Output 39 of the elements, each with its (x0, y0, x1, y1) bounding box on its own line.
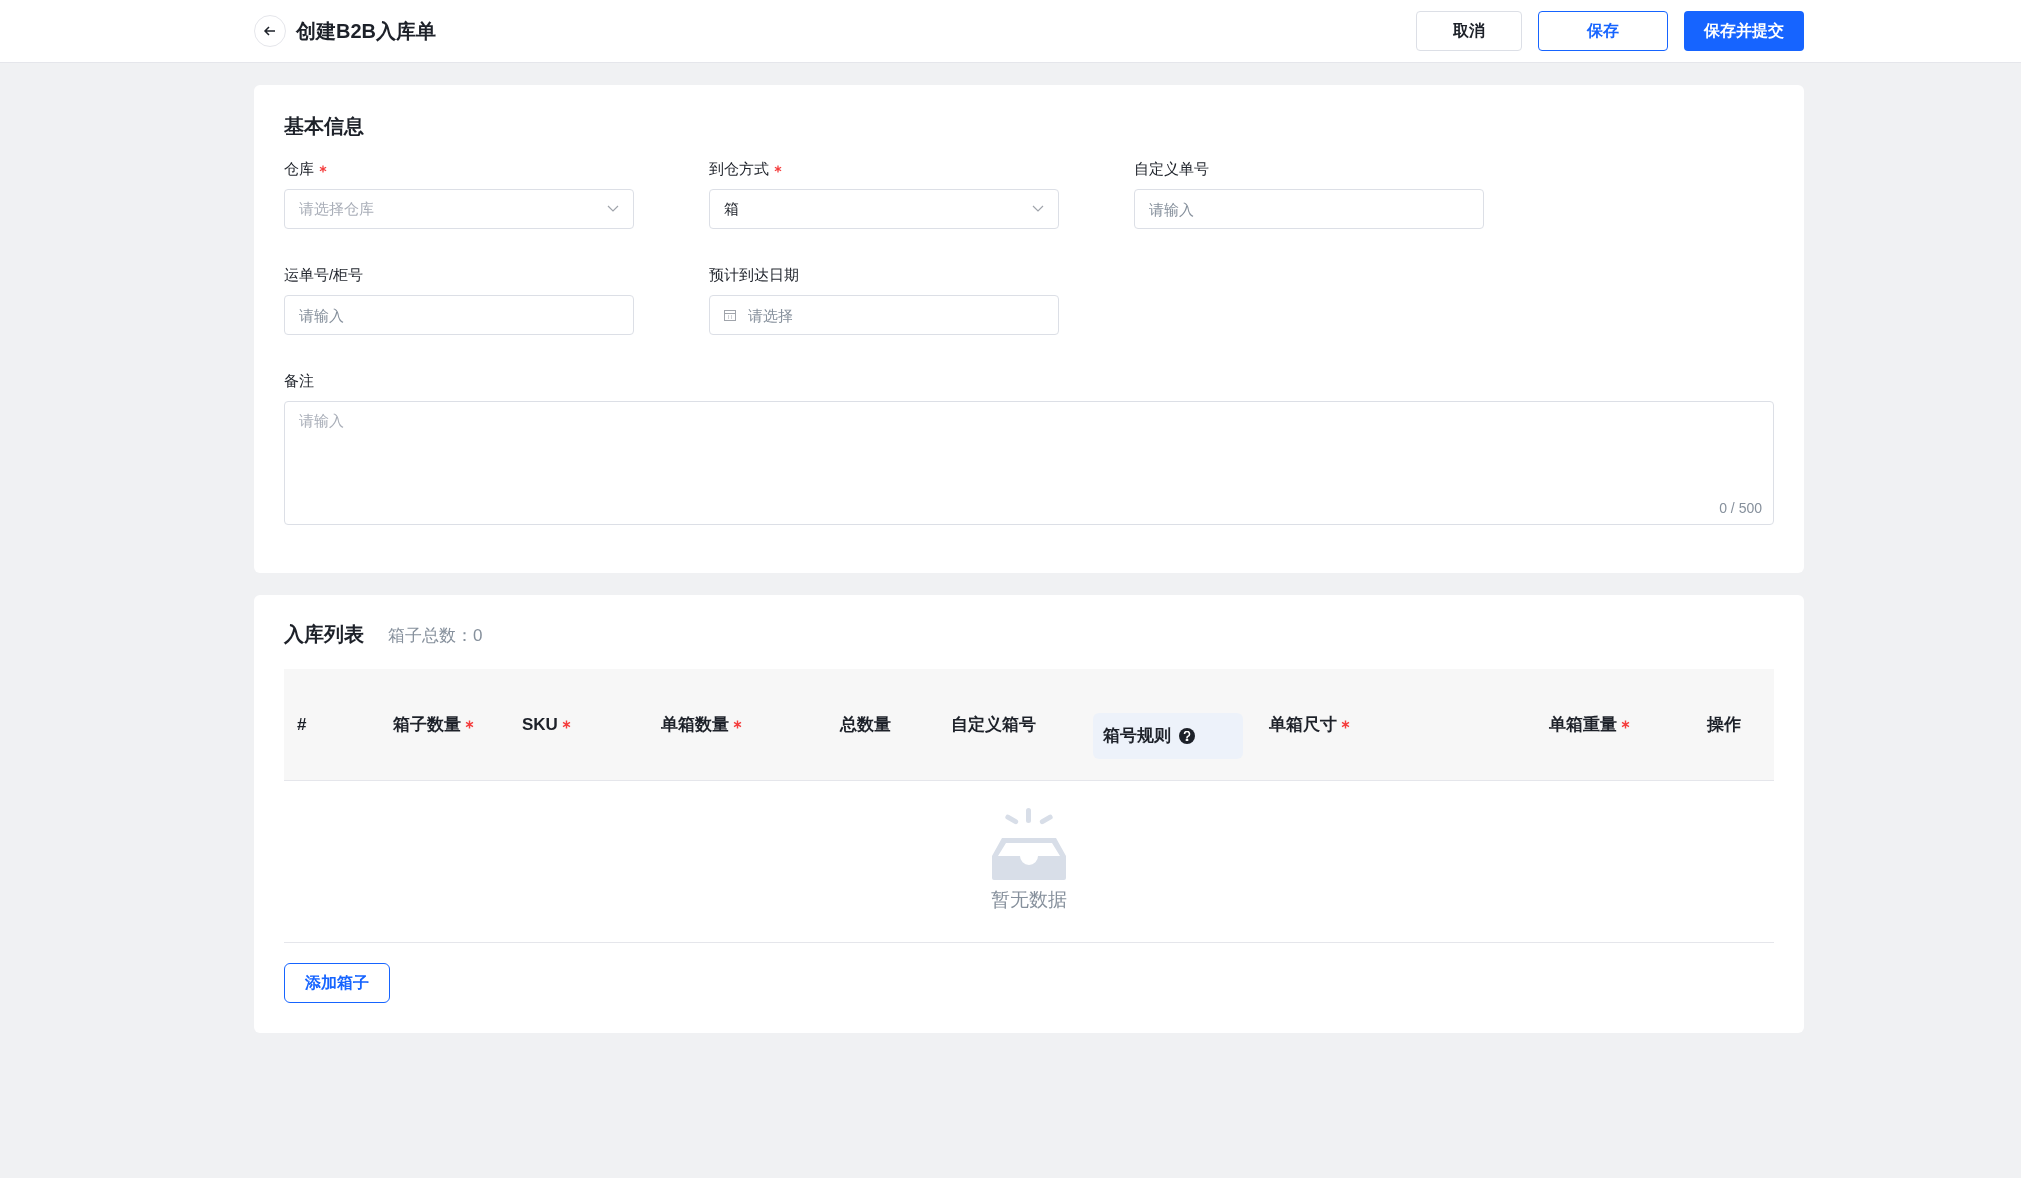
column-header-label: 单箱数量 (661, 713, 729, 736)
box-count: 箱子总数：0 (388, 625, 483, 647)
field-label: 运单号/柜号 (284, 264, 364, 285)
column-header-label: 操作 (1707, 713, 1741, 736)
date-field[interactable]: 请选择 (709, 295, 1059, 335)
field-label: 预计到达日期 (709, 264, 799, 285)
select-field[interactable]: 箱 (709, 189, 1059, 229)
chevron-down-icon (607, 205, 619, 213)
character-counter: 0 / 500 (1719, 499, 1762, 518)
input-field[interactable]: 请输入 (284, 295, 634, 335)
field-label: 仓库 (284, 158, 314, 179)
field-label: 到仓方式 (709, 158, 769, 179)
cancel-button[interactable]: 取消 (1416, 11, 1522, 51)
column-header-label: 箱子数量 (393, 713, 461, 736)
column-header-label: 自定义箱号 (951, 713, 1036, 736)
column-header-label: 箱号规则 (1103, 724, 1171, 747)
save-button[interactable]: 保存 (1538, 11, 1668, 51)
field-label: 自定义单号 (1134, 158, 1209, 179)
save-submit-button[interactable]: 保存并提交 (1684, 11, 1804, 51)
column-header-label: 单箱尺寸 (1269, 713, 1337, 736)
page-title: 创建B2B入库单 (296, 19, 436, 44)
calendar-icon (723, 308, 737, 322)
empty-inbox-icon (990, 808, 1068, 881)
section-title: 基本信息 (284, 114, 365, 139)
back-arrow-icon (263, 24, 277, 38)
input-field[interactable]: 请输入 (1134, 189, 1484, 229)
section-title: 入库列表 (284, 622, 364, 647)
column-header-label: 单箱重量 (1549, 713, 1617, 736)
select-value: 箱 (724, 198, 739, 219)
column-header-label: SKU (522, 713, 558, 736)
field-label: 备注 (284, 370, 314, 391)
add-box-button[interactable]: 添加箱子 (284, 963, 390, 1003)
column-header-label: 总数量 (840, 713, 891, 736)
column-header-label: # (297, 713, 307, 736)
chevron-down-icon (1032, 205, 1044, 213)
back-button[interactable] (254, 15, 286, 47)
empty-state-text: 暂无数据 (991, 888, 1067, 913)
select-placeholder: 请选择仓库 (299, 198, 374, 219)
help-icon[interactable] (1179, 727, 1195, 744)
